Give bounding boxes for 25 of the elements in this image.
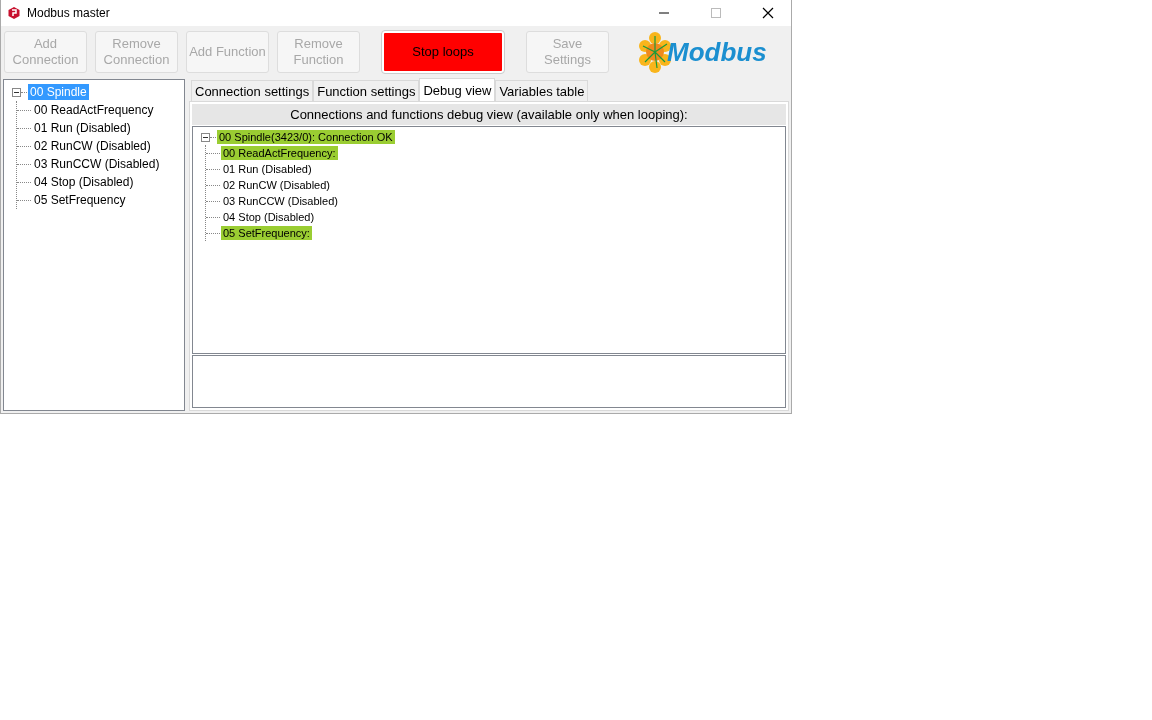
debug-node[interactable]: 01 Run (Disabled)	[221, 162, 314, 176]
tree-node[interactable]: 05 SetFrequency	[32, 192, 128, 208]
tree-node[interactable]: 02 RunCW (Disabled)	[32, 138, 153, 154]
debug-node[interactable]: 00 ReadActFrequency:	[221, 146, 338, 160]
tab[interactable]: Connection settings	[191, 80, 314, 101]
tab[interactable]: Function settings	[313, 80, 420, 101]
collapse-icon[interactable]	[201, 132, 210, 142]
tree-node[interactable]: 01 Run (Disabled)	[32, 120, 133, 136]
app-icon	[7, 6, 21, 20]
debug-node[interactable]: 00 Spindle(3423/0): Connection OK	[217, 130, 395, 144]
collapse-icon[interactable]	[12, 87, 21, 97]
logo-text: Modbus	[667, 36, 767, 68]
stop-loops-button[interactable]: Stop loops	[382, 31, 504, 73]
debug-header: Connections and functions debug view (available only when looping):	[192, 104, 786, 125]
debug-node[interactable]: 03 RunCCW (Disabled)	[221, 194, 340, 208]
tab[interactable]: Variables table	[495, 80, 589, 101]
debug-node[interactable]: 04 Stop (Disabled)	[221, 210, 317, 224]
tree-node[interactable]: 00 ReadActFrequency	[32, 102, 156, 118]
debug-node[interactable]: 02 RunCW (Disabled)	[221, 178, 332, 192]
tree-node[interactable]: 03 RunCCW (Disabled)	[32, 156, 162, 172]
close-icon[interactable]	[762, 7, 774, 19]
debug-node[interactable]: 05 SetFrequency:	[221, 226, 312, 240]
tab[interactable]: Debug view	[419, 78, 496, 101]
tree-node[interactable]: 04 Stop (Disabled)	[32, 174, 136, 190]
window-title: Modbus master	[27, 6, 110, 20]
